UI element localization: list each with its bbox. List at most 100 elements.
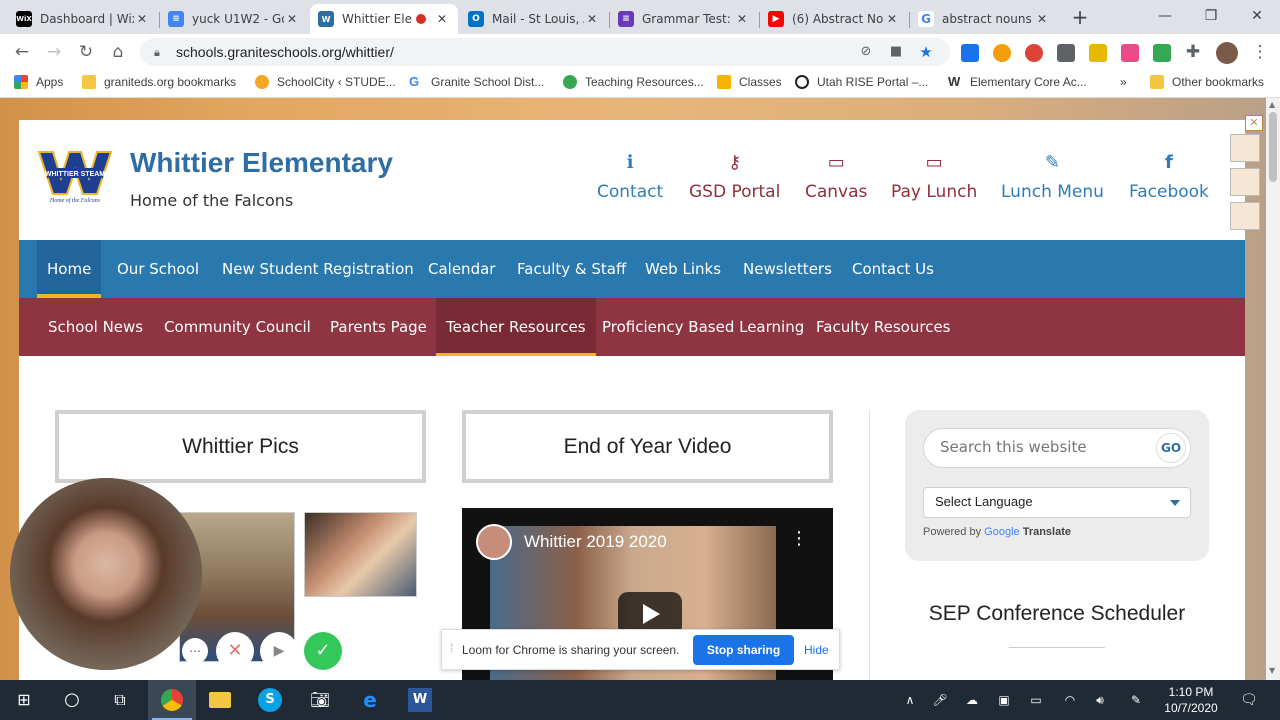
notifications-icon[interactable]: 🗨︎: [1240, 692, 1258, 708]
battery-icon[interactable]: ▭: [1028, 692, 1044, 708]
stop-sharing-button[interactable]: Stop sharing: [693, 635, 794, 665]
bookmark-elementary-core[interactable]: W Elementary Core Ac...: [948, 75, 1087, 90]
edge-icon[interactable]: e: [358, 688, 382, 712]
quick-link-contact[interactable]: ℹ Contact: [597, 150, 663, 202]
nav-new-student-registration[interactable]: New Student Registration: [222, 240, 414, 298]
widget-icon[interactable]: [1230, 168, 1260, 196]
file-explorer-icon[interactable]: [208, 688, 232, 712]
bookmark-schoolcity[interactable]: SchoolCity ‹ STUDE...: [255, 75, 396, 89]
chevron-up-icon[interactable]: ∧: [902, 692, 918, 708]
scroll-down-icon[interactable]: ▼: [1269, 666, 1277, 675]
nav-home[interactable]: Home: [37, 240, 102, 298]
nav-calendar[interactable]: Calendar: [428, 240, 495, 298]
wifi-icon[interactable]: ◠: [1062, 692, 1078, 708]
translate-link[interactable]: Translate: [1023, 526, 1071, 538]
bookmark-graniteds[interactable]: graniteds.org bookmarks: [82, 75, 236, 89]
nav-parents-page[interactable]: Parents Page: [330, 298, 427, 356]
pen-icon[interactable]: ✎: [1128, 692, 1144, 708]
extension-icon[interactable]: [1121, 44, 1139, 62]
extension-icon[interactable]: [961, 44, 979, 62]
scroll-up-icon[interactable]: ▲: [1269, 100, 1277, 109]
tab-mail[interactable]: O Mail - St Louis, A ✕: [460, 4, 608, 34]
drag-handle-icon[interactable]: ⁞: [450, 641, 453, 655]
hide-button[interactable]: Hide: [804, 643, 829, 657]
nav-newsletters[interactable]: Newsletters: [743, 240, 832, 298]
back-icon[interactable]: ←: [10, 40, 34, 64]
loom-cancel-icon[interactable]: ✕: [216, 632, 254, 670]
more-vert-icon[interactable]: ⋮: [790, 528, 808, 549]
webcam-bubble[interactable]: [10, 478, 202, 670]
search-field[interactable]: GO: [923, 428, 1191, 468]
system-clock[interactable]: 1:10 PM 10/7/2020: [1158, 684, 1224, 716]
close-icon[interactable]: ✕: [884, 12, 900, 26]
quick-link-canvas[interactable]: ▭ Canvas: [805, 150, 867, 202]
search-input[interactable]: [940, 438, 1140, 456]
widget-icon[interactable]: [1230, 134, 1260, 162]
quick-link-gsd-portal[interactable]: ⚷ GSD Portal: [689, 150, 780, 202]
close-icon[interactable]: ✕: [434, 12, 450, 26]
block-icon[interactable]: ⊘: [858, 44, 874, 60]
extension-icon[interactable]: [1025, 44, 1043, 62]
camera-icon[interactable]: ■: [888, 44, 904, 60]
nav-faculty-resources[interactable]: Faculty Resources: [816, 298, 951, 356]
school-photo[interactable]: [304, 512, 417, 597]
widget-icon[interactable]: [1230, 202, 1260, 230]
avatar[interactable]: [1216, 42, 1238, 64]
menu-icon[interactable]: ⋮: [1248, 40, 1272, 64]
extension-icon[interactable]: [1153, 44, 1171, 62]
quick-link-facebook[interactable]: f Facebook: [1129, 150, 1209, 202]
bookmark-granite[interactable]: G Granite School Dist...: [409, 75, 544, 90]
bookmarks-overflow[interactable]: »: [1120, 75, 1127, 89]
chrome-icon[interactable]: [160, 688, 184, 712]
bookmark-teaching[interactable]: Teaching Resources...: [563, 75, 704, 89]
search-go-button[interactable]: GO: [1156, 433, 1186, 463]
school-logo[interactable]: WHITTIER STEAM Home of the Falcons: [37, 148, 113, 204]
window-close-icon[interactable]: ✕: [1234, 4, 1280, 28]
star-icon[interactable]: ★: [918, 44, 934, 60]
minimize-icon[interactable]: —: [1142, 4, 1188, 28]
tab-wix[interactable]: WiX Dashboard | Wix ✕: [8, 4, 158, 34]
tab-docs[interactable]: ≡ yuck U1W2 - Go ✕: [160, 4, 308, 34]
tab-google[interactable]: G abstract nouns ✕: [910, 4, 1058, 34]
bookmark-apps[interactable]: Apps: [14, 75, 63, 89]
close-icon[interactable]: ✕: [1245, 115, 1263, 131]
nav-our-school[interactable]: Our School: [117, 240, 199, 298]
close-icon[interactable]: ✕: [584, 12, 600, 26]
nav-teacher-resources[interactable]: Teacher Resources: [436, 298, 596, 356]
tab-whittier[interactable]: W Whittier Ele ✕: [310, 4, 458, 34]
reload-icon[interactable]: ↻: [74, 40, 98, 64]
microphone-icon[interactable]: 🎤︎: [932, 692, 948, 708]
tab-grammar[interactable]: ≡ Grammar Test: C ✕: [610, 4, 758, 34]
tab-youtube[interactable]: ▶ (6) Abstract Nou ✕: [760, 4, 908, 34]
word-icon[interactable]: W: [408, 688, 432, 712]
loom-pause-icon[interactable]: ▶: [260, 632, 298, 670]
nav-web-links[interactable]: Web Links: [645, 240, 721, 298]
extension-icon[interactable]: [993, 44, 1011, 62]
address-bar[interactable]: 🔒︎ schools.graniteschools.org/whittier/ …: [140, 38, 950, 66]
loom-finish-icon[interactable]: ✓: [304, 632, 342, 670]
bookmark-other[interactable]: Other bookmarks: [1150, 75, 1264, 89]
windows-start-icon[interactable]: ⊞: [12, 688, 36, 712]
quick-link-pay-lunch[interactable]: ▭ Pay Lunch: [891, 150, 977, 202]
new-tab-button[interactable]: +: [1068, 6, 1092, 30]
language-select[interactable]: Select Language: [923, 487, 1191, 518]
bookmark-classes[interactable]: Classes: [717, 75, 782, 89]
close-icon[interactable]: ✕: [734, 12, 750, 26]
task-view-icon[interactable]: ⧉: [108, 688, 132, 712]
security-icon[interactable]: ▣: [996, 692, 1012, 708]
extension-icon[interactable]: [1057, 44, 1075, 62]
skype-icon[interactable]: S: [258, 688, 282, 712]
puzzle-icon[interactable]: ✚: [1181, 40, 1205, 64]
quick-link-lunch-menu[interactable]: ✎ Lunch Menu: [1001, 150, 1104, 202]
nav-contact-us[interactable]: Contact Us: [852, 240, 934, 298]
search-icon[interactable]: ○: [60, 688, 84, 712]
close-icon[interactable]: ✕: [1034, 12, 1050, 26]
bookmark-rise[interactable]: Utah RISE Portal –...: [795, 75, 928, 89]
loom-more-icon[interactable]: ⋯: [182, 638, 208, 664]
scrollbar-thumb[interactable]: [1269, 112, 1277, 182]
nav-faculty-staff[interactable]: Faculty & Staff: [517, 240, 626, 298]
nav-proficiency-based-learning[interactable]: Proficiency Based Learning: [602, 298, 804, 356]
close-icon[interactable]: ✕: [284, 12, 300, 26]
page-scrollbar[interactable]: ▲ ▼: [1266, 98, 1280, 680]
onedrive-icon[interactable]: ☁: [964, 692, 980, 708]
